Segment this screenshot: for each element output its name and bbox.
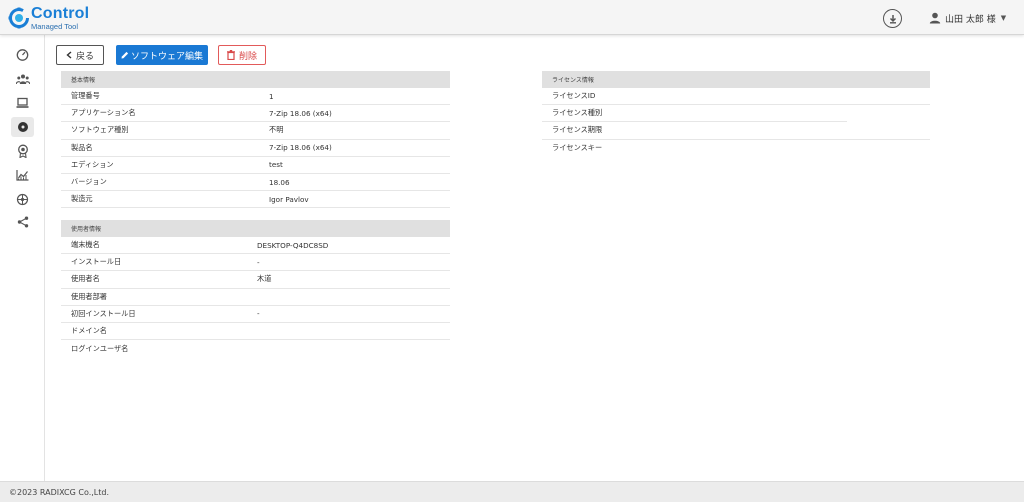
info-row: 初回インストール日 - (61, 306, 450, 323)
usage-info-panel: 使用者情報 端末機名 DESKTOP-Q4DC8SD インストール日 - 使用者名 木… (61, 220, 450, 357)
info-row-label: バージョン (71, 177, 107, 187)
info-row-value: 7-Zip 18.06 (x64) (269, 108, 332, 118)
pencil-icon (121, 51, 129, 59)
license-info-panel: ライセンス情報 ライセンスID ライセンス種別 ライセンス期限 ライセンスキー (542, 71, 930, 157)
info-row-value: 木道 (257, 274, 272, 284)
logo-gear-icon (8, 7, 30, 29)
download-arrow-icon (889, 14, 896, 23)
info-row: インストール日 - (61, 254, 450, 272)
info-row-label: ドメイン名 (71, 326, 107, 336)
report-chart-icon (16, 170, 29, 181)
logo-title: Control (31, 4, 90, 22)
app-logo[interactable]: Control Managed Tool (8, 4, 89, 32)
sidebar-item-license[interactable] (11, 141, 34, 161)
users-group-icon (15, 74, 30, 85)
sidebar-item-dashboard[interactable] (11, 44, 34, 64)
delete-button[interactable]: 削除 (218, 45, 266, 65)
sidebar-item-share[interactable] (11, 212, 34, 232)
chevron-left-icon (66, 51, 72, 59)
info-row-value: 1 (269, 91, 274, 101)
user-icon (929, 12, 941, 24)
info-row-label: 端末機名 (71, 240, 100, 250)
delete-button-label: 削除 (238, 51, 257, 62)
share-icon (17, 216, 28, 228)
sidebar (0, 35, 45, 481)
license-row-label: ライセンス期限 (552, 125, 603, 135)
info-row: 製造元 Igor Pavlov (61, 191, 450, 209)
back-button-label: 戻る (75, 51, 94, 62)
info-row: バージョン 18.06 (61, 174, 450, 192)
logo-subtitle: Managed Tool (31, 21, 78, 31)
footer: ©2023 RADIXCG Co.,Ltd. (0, 481, 1024, 502)
edit-software-button[interactable]: ソフトウェア編集 (116, 45, 208, 65)
license-row: ライセンスキー (542, 140, 930, 157)
chevron-down-icon: ▼ (1000, 14, 1007, 22)
network-globe-icon (16, 193, 29, 205)
basic-info-panel: 基本情報 管理番号 1 アプリケーション名 7-Zip 18.06 (x64) ソフ… (61, 71, 450, 209)
license-row: ライセンスID (542, 88, 930, 106)
info-row-label: 製品名 (71, 142, 93, 152)
back-button[interactable]: 戻る (56, 45, 104, 65)
sidebar-item-reports[interactable] (11, 165, 34, 185)
sidebar-item-users[interactable] (11, 69, 34, 89)
info-row-value: - (257, 257, 260, 267)
info-row-value: test (269, 160, 283, 170)
info-row-value: - (257, 309, 260, 319)
license-info-title: ライセンス情報 (542, 71, 930, 88)
info-row: 管理番号 1 (61, 88, 450, 106)
info-row: 製品名 7-Zip 18.06 (x64) (61, 140, 450, 157)
edit-software-button-label: ソフトウェア編集 (130, 51, 203, 62)
info-row-label: 製造元 (71, 194, 93, 204)
info-row: ログインユーザ名 (61, 340, 450, 357)
info-row-label: 使用者名 (71, 274, 100, 284)
download-button[interactable] (883, 9, 902, 28)
info-row-label: エディション (71, 159, 114, 169)
user-name: 山田 太郎 様 (945, 14, 996, 25)
info-row: 端末機名 DESKTOP-Q4DC8SD (61, 237, 450, 255)
info-row-value: 不明 (269, 125, 284, 135)
license-row: ライセンス期限 (542, 122, 930, 140)
info-row-label: 初回インストール日 (71, 308, 136, 318)
sidebar-item-software[interactable] (11, 117, 34, 137)
software-disc-icon (17, 122, 28, 132)
info-row-label: 使用者部署 (71, 291, 107, 301)
sidebar-item-devices[interactable] (11, 93, 34, 113)
copyright-text: ©2023 RADIXCG Co.,Ltd. (9, 487, 109, 497)
info-row: 使用者部署 (61, 289, 450, 306)
dashboard-gauge-icon (16, 48, 29, 61)
user-menu[interactable]: 山田 太郎 様 ▼ (929, 10, 1006, 26)
info-row-label: 管理番号 (71, 91, 100, 101)
sidebar-item-network[interactable] (11, 189, 34, 209)
info-row: エディション test (61, 157, 450, 174)
laptop-icon (16, 97, 29, 108)
app-header: Control Managed Tool 山田 太郎 様 ▼ (0, 0, 1024, 35)
info-row: アプリケーション名 7-Zip 18.06 (x64) (61, 105, 450, 123)
license-row-label: ライセンスキー (552, 143, 603, 153)
info-row: ドメイン名 (61, 323, 450, 341)
info-row-value: 18.06 (269, 177, 290, 187)
license-row-label: ライセンスID (552, 91, 596, 101)
license-badge-icon (17, 144, 28, 158)
license-row-label: ライセンス種別 (552, 108, 603, 118)
info-row-label: ソフトウェア種別 (71, 125, 129, 135)
info-row-value: Igor Pavlov (269, 194, 309, 204)
info-row-label: ログインユーザ名 (71, 343, 129, 353)
info-row-label: インストール日 (71, 257, 122, 267)
info-row: ソフトウェア種別 不明 (61, 122, 450, 140)
license-row: ライセンス種別 (542, 105, 847, 123)
trash-icon (226, 50, 235, 60)
info-row-value: 7-Zip 18.06 (x64) (269, 143, 332, 153)
usage-info-title: 使用者情報 (61, 220, 450, 237)
info-row: 使用者名 木道 (61, 271, 450, 289)
basic-info-title: 基本情報 (61, 71, 450, 88)
info-row-value: DESKTOP-Q4DC8SD (257, 240, 329, 250)
info-row-label: アプリケーション名 (71, 108, 136, 118)
